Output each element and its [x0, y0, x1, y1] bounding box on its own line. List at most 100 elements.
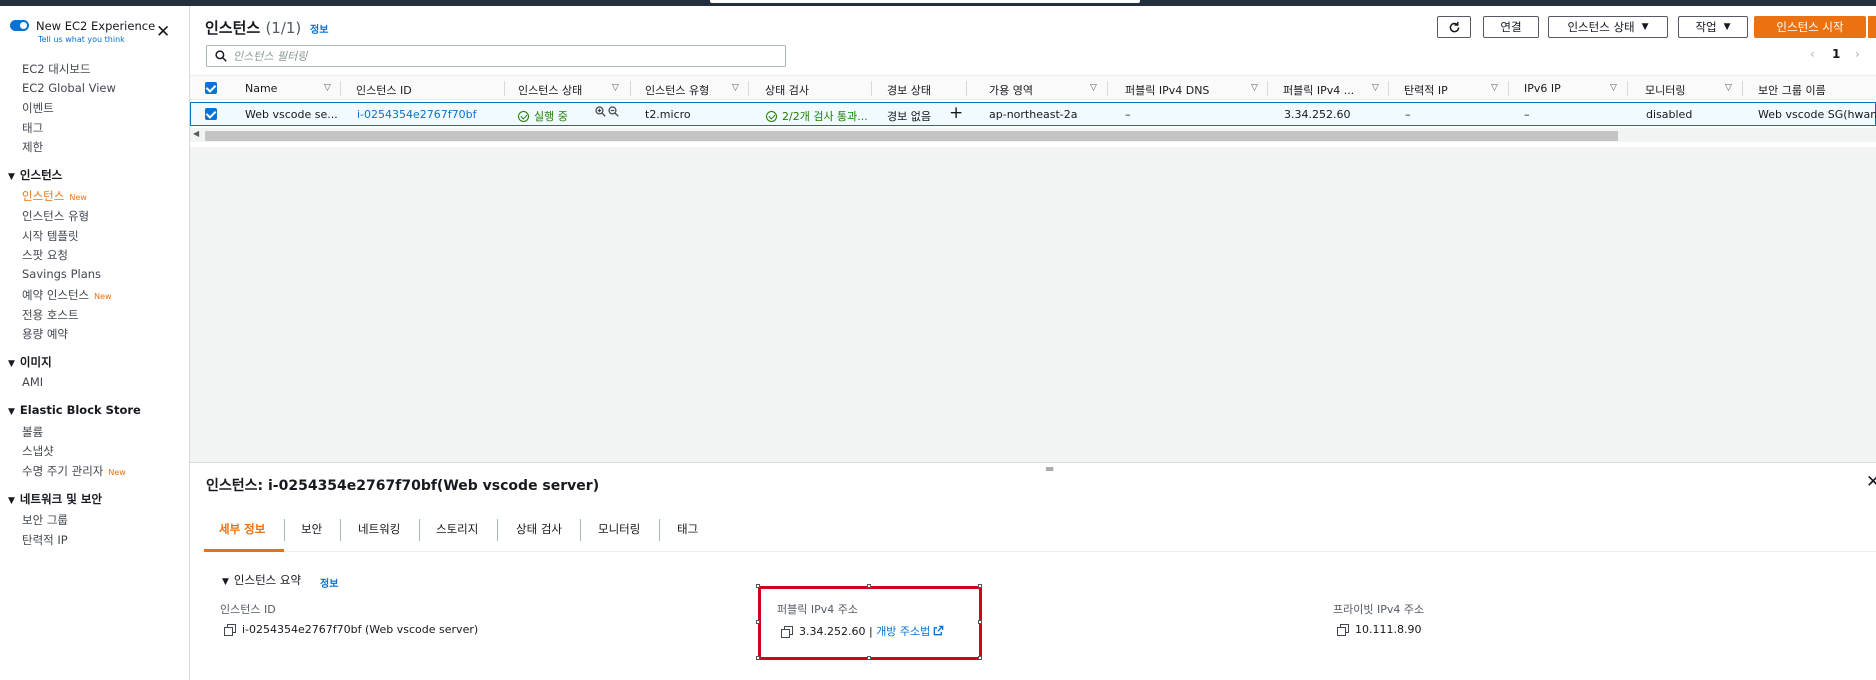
- table-row[interactable]: Web vscode se... i-0254354e2767f70bf 실행 …: [190, 102, 1876, 126]
- column-header-alarm-status[interactable]: 경보 상태: [887, 82, 931, 98]
- close-icon[interactable]: ✕: [1866, 474, 1876, 491]
- sort-icon[interactable]: ▽: [1090, 83, 1097, 93]
- tab-networking[interactable]: 네트워킹: [358, 521, 400, 551]
- sort-icon[interactable]: ▽: [324, 83, 331, 93]
- sidebar-item-events[interactable]: 이벤트: [22, 100, 54, 116]
- tab-monitoring[interactable]: 모니터링: [598, 521, 640, 551]
- instance-id-link[interactable]: i-0254354e2767f70bf: [357, 108, 477, 121]
- refresh-icon: [1449, 21, 1459, 32]
- sidebar-section-instances[interactable]: ▼ 인스턴스: [8, 167, 62, 183]
- sort-icon[interactable]: ▽: [612, 83, 619, 93]
- tab-status-checks[interactable]: 상태 검사: [516, 521, 562, 551]
- info-link[interactable]: 정보: [310, 21, 328, 36]
- instance-state-button[interactable]: 인스턴스 상태 ▼: [1548, 16, 1668, 38]
- cell-public-dns: –: [1125, 108, 1131, 121]
- zoom-out-icon[interactable]: [608, 106, 619, 120]
- sidebar-item-reserved-instances[interactable]: 예약 인스턴스 New: [22, 287, 112, 303]
- select-all-checkbox[interactable]: [205, 82, 217, 94]
- row-checkbox[interactable]: [205, 108, 217, 120]
- sidebar-section-images[interactable]: ▼ 이미지: [8, 354, 52, 370]
- add-alarm-icon[interactable]: +: [949, 103, 963, 123]
- sidebar: New EC2 Experience Tell us what you thin…: [0, 6, 190, 680]
- launch-dropdown-button[interactable]: [1868, 16, 1876, 38]
- instance-summary-header[interactable]: ▼ 인스턴스 요약: [222, 572, 301, 588]
- new-experience-toggle[interactable]: [10, 20, 29, 31]
- cell-status-check: 2/2개 검사 통과...: [766, 108, 868, 124]
- cell-instance-state: 실행 중: [518, 108, 568, 124]
- page-title: 인스턴스 (1/1): [205, 19, 302, 37]
- scroll-left-icon[interactable]: ◀: [193, 129, 199, 138]
- sidebar-item-elastic-ips[interactable]: 탄력적 IP: [22, 532, 68, 548]
- column-header-ipv6[interactable]: IPv6 IP: [1524, 82, 1561, 95]
- close-icon[interactable]: ✕: [156, 24, 170, 41]
- sidebar-item-global-view[interactable]: EC2 Global View: [22, 81, 116, 95]
- next-page-icon[interactable]: ›: [1855, 47, 1860, 61]
- sort-icon[interactable]: ▽: [1725, 83, 1732, 93]
- tab-divider: [340, 519, 341, 541]
- instance-filter[interactable]: [206, 45, 786, 67]
- sidebar-item-savings-plans[interactable]: Savings Plans: [22, 267, 101, 281]
- caret-down-icon: ▼: [8, 407, 15, 417]
- column-header-status-check[interactable]: 상태 검사: [765, 82, 809, 98]
- column-header-instance-id[interactable]: 인스턴스 ID: [356, 82, 412, 98]
- copy-icon[interactable]: [1337, 624, 1349, 636]
- column-header-name[interactable]: Name: [245, 82, 277, 95]
- tab-details[interactable]: 세부 정보: [219, 521, 265, 551]
- column-header-monitoring[interactable]: 모니터링: [1645, 82, 1685, 98]
- sidebar-item-dedicated-hosts[interactable]: 전용 호스트: [22, 307, 79, 323]
- column-header-availability-zone[interactable]: 가용 영역: [989, 82, 1033, 98]
- sidebar-item-launch-templates[interactable]: 시작 템플릿: [22, 228, 79, 244]
- actions-button[interactable]: 작업 ▼: [1678, 16, 1748, 38]
- column-divider: [1267, 81, 1268, 96]
- scrollbar-thumb[interactable]: [205, 131, 1618, 141]
- refresh-button[interactable]: [1437, 16, 1471, 38]
- sidebar-item-ec2-dashboard[interactable]: EC2 대시보드: [22, 61, 91, 77]
- copy-icon[interactable]: [224, 624, 236, 636]
- sort-icon[interactable]: ▽: [1372, 83, 1379, 93]
- sidebar-item-spot-requests[interactable]: 스팟 요청: [22, 247, 68, 263]
- sidebar-item-tags[interactable]: 태그: [22, 120, 43, 136]
- sort-icon[interactable]: ▽: [732, 83, 739, 93]
- global-search-bar[interactable]: [710, 0, 1140, 3]
- cell-security-group: Web vscode SG(hwan): [1758, 108, 1876, 121]
- sidebar-item-capacity-reservations[interactable]: 용량 예약: [22, 326, 68, 342]
- column-header-public-dns[interactable]: 퍼블릭 IPv4 DNS: [1125, 82, 1209, 98]
- prev-page-icon[interactable]: ‹: [1810, 47, 1815, 61]
- sort-icon[interactable]: ▽: [1491, 83, 1498, 93]
- sort-icon[interactable]: ▽: [1251, 83, 1258, 93]
- sidebar-item-volumes[interactable]: 볼륨: [22, 424, 43, 440]
- cell-public-ipv4: 3.34.252.60: [1284, 108, 1351, 121]
- sidebar-item-ami[interactable]: AMI: [22, 375, 43, 389]
- selection-handle: [756, 656, 760, 660]
- sidebar-section-ebs[interactable]: ▼ Elastic Block Store: [8, 403, 141, 417]
- column-header-security-group[interactable]: 보안 그룹 이름: [1758, 82, 1826, 98]
- new-badge: New: [69, 193, 87, 202]
- page-number[interactable]: 1: [1832, 47, 1840, 61]
- sort-icon[interactable]: ▽: [1610, 83, 1617, 93]
- feedback-link[interactable]: Tell us what you think: [38, 35, 125, 44]
- sidebar-item-lifecycle-manager[interactable]: 수명 주기 관리자 New: [22, 463, 126, 479]
- tab-divider: [284, 519, 285, 541]
- active-tab-indicator: [204, 549, 284, 552]
- launch-instances-button[interactable]: 인스턴스 시작: [1754, 16, 1866, 38]
- tab-storage[interactable]: 스토리지: [436, 521, 478, 551]
- column-header-instance-type[interactable]: 인스턴스 유형: [645, 82, 709, 98]
- column-divider: [630, 81, 631, 96]
- zoom-in-icon[interactable]: [595, 106, 606, 120]
- column-header-elastic-ip[interactable]: 탄력적 IP: [1404, 82, 1448, 98]
- sidebar-item-instances[interactable]: 인스턴스 New: [22, 188, 87, 204]
- sidebar-item-limits[interactable]: 제한: [22, 139, 43, 155]
- connect-button[interactable]: 연결: [1483, 16, 1539, 38]
- tab-tags[interactable]: 태그: [677, 521, 698, 551]
- filter-input[interactable]: [233, 47, 773, 65]
- resize-handle-icon[interactable]: ═: [1046, 462, 1053, 476]
- tab-security[interactable]: 보안: [301, 521, 322, 551]
- sidebar-item-instance-types[interactable]: 인스턴스 유형: [22, 208, 89, 224]
- sidebar-item-snapshots[interactable]: 스냅샷: [22, 443, 54, 459]
- sidebar-item-security-groups[interactable]: 보안 그룹: [22, 512, 68, 528]
- sidebar-section-network-security[interactable]: ▼ 네트워크 및 보안: [8, 491, 102, 507]
- summary-info-link[interactable]: 정보: [320, 575, 338, 590]
- column-header-public-ipv4[interactable]: 퍼블릭 IPv4 ...: [1283, 82, 1354, 98]
- column-header-instance-state[interactable]: 인스턴스 상태: [518, 82, 582, 98]
- cell-name: Web vscode se...: [245, 108, 338, 121]
